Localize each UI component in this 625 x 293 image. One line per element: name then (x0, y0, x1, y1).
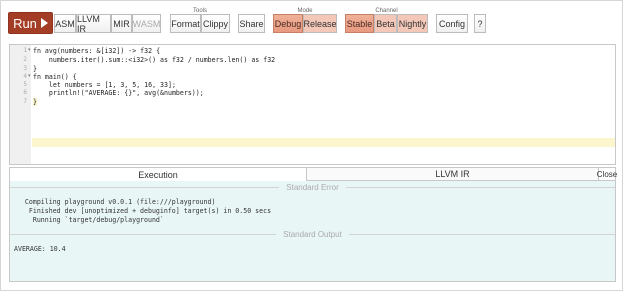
line-number: 7 (23, 98, 27, 105)
current-line-highlight (32, 138, 615, 147)
line-number: 5 (23, 81, 27, 88)
code-line: println!("AVERAGE: {}", avg(&numbers)); (33, 89, 204, 97)
code-line: } (33, 98, 37, 106)
tab-execution[interactable]: Execution (9, 167, 307, 181)
stdout-text: AVERAGE: 10.4 (14, 245, 66, 253)
release-button[interactable]: Release (303, 14, 337, 33)
help-button[interactable]: ? (474, 14, 486, 33)
line-number: 2 (23, 56, 27, 63)
config-button[interactable]: Config (436, 14, 468, 33)
header-rule (348, 233, 615, 235)
code-line: let numbers = [1, 3, 5, 16, 33]; (33, 81, 176, 89)
header-rule (10, 186, 280, 188)
run-label: Run (13, 15, 37, 31)
stderr-header: Standard Error (10, 182, 615, 192)
play-icon (40, 18, 48, 28)
output-tabs: Execution LLVM IR Close (9, 167, 617, 181)
output-panel: Standard Error Compiling playground v0.0… (9, 181, 616, 282)
share-button[interactable]: Share (238, 14, 265, 33)
asm-button[interactable]: ASM (54, 14, 76, 33)
close-output-button[interactable]: Close (597, 167, 617, 181)
nightly-button[interactable]: Nightly (397, 14, 428, 33)
code-line: numbers.iter().sum::<i32>() as f32 / num… (33, 56, 276, 64)
line-number: 6 (23, 89, 27, 96)
llvm-ir-button[interactable]: LLVM IR (76, 14, 111, 34)
beta-button[interactable]: Beta (374, 14, 397, 33)
toolbar: Run ASM LLVM IR MIR WASM Tools Format Cl… (0, 0, 625, 44)
tab-llvm-ir[interactable]: LLVM IR (306, 167, 599, 181)
format-button[interactable]: Format (170, 14, 201, 33)
stderr-line: Finished dev [unoptimized + debuginfo] t… (13, 207, 272, 215)
code-line: fn main() { (33, 73, 77, 81)
header-rule (10, 233, 277, 235)
fold-arrow-icon[interactable]: ▾ (28, 73, 31, 79)
stable-button[interactable]: Stable (345, 14, 374, 33)
line-number: 3 (23, 65, 27, 72)
fold-arrow-icon[interactable]: ▾ (28, 47, 31, 53)
mir-button[interactable]: MIR (111, 14, 132, 33)
line-number: 4 (23, 73, 27, 80)
clippy-button[interactable]: Clippy (201, 14, 230, 33)
stderr-line: Compiling playground v0.0.1 (file:///pla… (13, 198, 216, 206)
code-line: fn avg(numbers: &[i32]) -> f32 { (33, 47, 161, 55)
header-rule (345, 186, 615, 188)
stderr-line: Running `target/debug/playground` (13, 216, 164, 224)
stderr-header-text: Standard Error (286, 182, 339, 192)
code-editor[interactable]: 1 2 3 4 5 6 7 ▾ ▾ fn avg(numbers: &[i32]… (9, 44, 616, 165)
code-line: } (33, 65, 37, 73)
wasm-button[interactable]: WASM (132, 14, 161, 33)
stdout-header: Standard Output (10, 229, 615, 239)
debug-button[interactable]: Debug (273, 14, 303, 33)
run-button[interactable]: Run (8, 12, 53, 34)
stdout-header-text: Standard Output (283, 229, 342, 239)
line-number: 1 (23, 47, 27, 54)
